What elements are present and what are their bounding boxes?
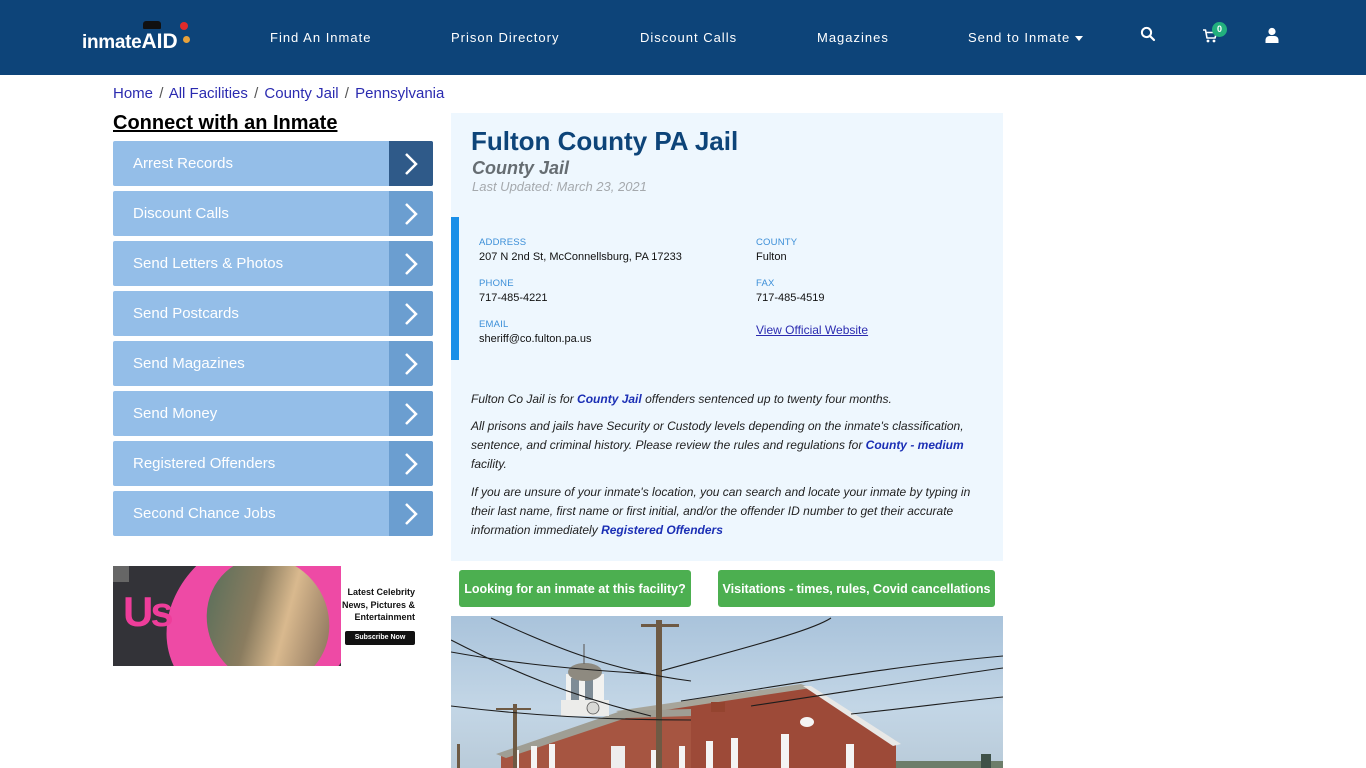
breadcrumb: Home / All Facilities / County Jail / Pe… [113, 85, 444, 102]
nav-send-to-inmate-label: Send to Inmate [968, 30, 1071, 45]
nav-prison-directory[interactable]: Prison Directory [451, 30, 559, 45]
nav-find-an-inmate[interactable]: Find An Inmate [270, 30, 371, 45]
chevron-right-icon [389, 291, 433, 336]
phone-value: 717-485-4221 [479, 292, 548, 304]
view-official-website-link[interactable]: View Official Website [756, 323, 868, 337]
chevron-right-icon [389, 341, 433, 386]
sidebar-item-send-postcards[interactable]: Send Postcards [113, 291, 433, 336]
facility-contact-info: ADDRESS 207 N 2nd St, McConnellsburg, PA… [451, 217, 1003, 360]
search-icon[interactable] [1140, 26, 1160, 46]
facility-building-illustration [451, 617, 1003, 768]
sidebar-item-label: Send Magazines [133, 355, 245, 372]
nav-send-to-inmate[interactable]: Send to Inmate [968, 30, 1084, 45]
cart-count-badge: 0 [1212, 22, 1227, 37]
breadcrumb-separator: / [344, 85, 349, 102]
logo-text: inmate [82, 32, 142, 53]
breadcrumb-county-jail[interactable]: County Jail [264, 85, 338, 102]
sidebar-menu: Arrest Records Discount Calls Send Lette… [113, 141, 433, 541]
breadcrumb-all-facilities[interactable]: All Facilities [169, 85, 248, 102]
description-text: offenders sentenced up to twenty four mo… [641, 392, 892, 406]
sidebar-item-label: Send Letters & Photos [133, 255, 284, 272]
caret-down-icon [1075, 36, 1084, 42]
logo-suffix: AID [141, 30, 178, 53]
description-text: Fulton Co Jail is for [471, 392, 578, 406]
chevron-right-icon [389, 491, 433, 536]
breadcrumb-separator: / [159, 85, 164, 102]
logo-decoration-icon [182, 36, 190, 43]
chevron-right-icon [389, 241, 433, 286]
nav-discount-calls[interactable]: Discount Calls [640, 30, 737, 45]
sidebar-item-label: Send Postcards [133, 305, 239, 322]
inmateaid-logo[interactable]: inmate AID [82, 21, 190, 54]
sidebar-item-send-money[interactable]: Send Money [113, 391, 433, 436]
breadcrumb-separator: / [254, 85, 259, 102]
sidebar-item-arrest-records[interactable]: Arrest Records [113, 141, 433, 186]
address-field: ADDRESS 207 N 2nd St, McConnellsburg, PA… [479, 237, 682, 263]
facility-panel: Fulton County PA Jail County Jail Last U… [451, 113, 1003, 561]
description-paragraph-2: All prisons and jails have Security or C… [471, 417, 981, 474]
sidebar-item-label: Discount Calls [133, 205, 229, 222]
email-label: EMAIL [479, 319, 509, 330]
sidebar-item-discount-calls[interactable]: Discount Calls [113, 191, 433, 236]
user-icon[interactable] [1265, 27, 1285, 47]
ad-subscribe-button[interactable]: Subscribe Now [345, 631, 415, 645]
county-value: Fulton [756, 251, 787, 263]
visitations-button[interactable]: Visitations - times, rules, Covid cancel… [718, 570, 995, 607]
address-value: 207 N 2nd St, McConnellsburg, PA 17233 [479, 251, 682, 263]
county-medium-link[interactable]: County - medium [866, 438, 964, 452]
logo-aid-text: AID [141, 21, 190, 54]
email-field: EMAIL sheriff@co.fulton.pa.us [479, 319, 591, 345]
chevron-right-icon [389, 441, 433, 486]
sidebar-item-label: Send Money [133, 405, 218, 422]
nav-magazines[interactable]: Magazines [817, 30, 889, 45]
breadcrumb-pennsylvania[interactable]: Pennsylvania [355, 85, 444, 102]
fax-value: 717-485-4519 [756, 292, 825, 304]
fax-label: FAX [756, 278, 775, 289]
ad-corner-square [113, 566, 129, 582]
sidebar-item-label: Registered Offenders [133, 455, 276, 472]
facility-title: Fulton County PA Jail [471, 126, 739, 156]
looking-for-inmate-button[interactable]: Looking for an inmate at this facility? [459, 570, 691, 607]
sidebar-item-send-magazines[interactable]: Send Magazines [113, 341, 433, 386]
sidebar-item-registered-offenders[interactable]: Registered Offenders [113, 441, 433, 486]
phone-label: PHONE [479, 278, 514, 289]
logo-decoration-icon [179, 22, 188, 30]
ad-tagline-line: Latest Celebrity [347, 587, 415, 597]
county-jail-link[interactable]: County Jail [577, 392, 642, 406]
county-field: COUNTY Fulton [756, 237, 797, 263]
chevron-right-icon [389, 191, 433, 236]
ad-tagline-line: News, Pictures & [341, 599, 415, 610]
info-accent-bar [451, 217, 459, 360]
logo-hat-icon [143, 21, 162, 29]
breadcrumb-home[interactable]: Home [113, 85, 153, 102]
sidebar-item-label: Second Chance Jobs [133, 505, 276, 522]
chevron-right-icon [389, 391, 433, 436]
description-text: facility. [471, 457, 507, 471]
fax-field: FAX 717-485-4519 [756, 278, 825, 304]
sidebar-item-second-chance-jobs[interactable]: Second Chance Jobs [113, 491, 433, 536]
registered-offenders-link[interactable]: Registered Offenders [601, 523, 723, 537]
description-paragraph-1: Fulton Co Jail is for County Jail offend… [471, 390, 981, 409]
sidebar-item-label: Arrest Records [133, 155, 234, 172]
sidebar-item-send-letters-photos[interactable]: Send Letters & Photos [113, 241, 433, 286]
connect-with-inmate-heading: Connect with an Inmate [113, 112, 338, 134]
ad-tagline-line: Entertainment [354, 612, 415, 622]
facility-type: County Jail [472, 158, 570, 178]
email-value: sheriff@co.fulton.pa.us [479, 333, 592, 345]
county-label: COUNTY [756, 237, 798, 248]
ad-us-logo: Us [123, 588, 174, 635]
last-updated: Last Updated: March 23, 2021 [472, 179, 647, 194]
phone-field: PHONE 717-485-4221 [479, 278, 548, 304]
chevron-right-icon [389, 141, 433, 186]
website-field: View Official Website [756, 321, 868, 339]
us-weekly-ad-banner[interactable]: Us Latest Celebrity News, Pictures & Ent… [113, 566, 433, 666]
description-paragraph-3: If you are unsure of your inmate's locat… [471, 483, 981, 540]
ad-tagline: Latest Celebrity News, Pictures & Entert… [342, 586, 415, 624]
facility-photo [451, 616, 1003, 768]
top-navbar: inmate AID Find An Inmate Prison Directo… [0, 0, 1366, 75]
address-label: ADDRESS [479, 237, 527, 248]
